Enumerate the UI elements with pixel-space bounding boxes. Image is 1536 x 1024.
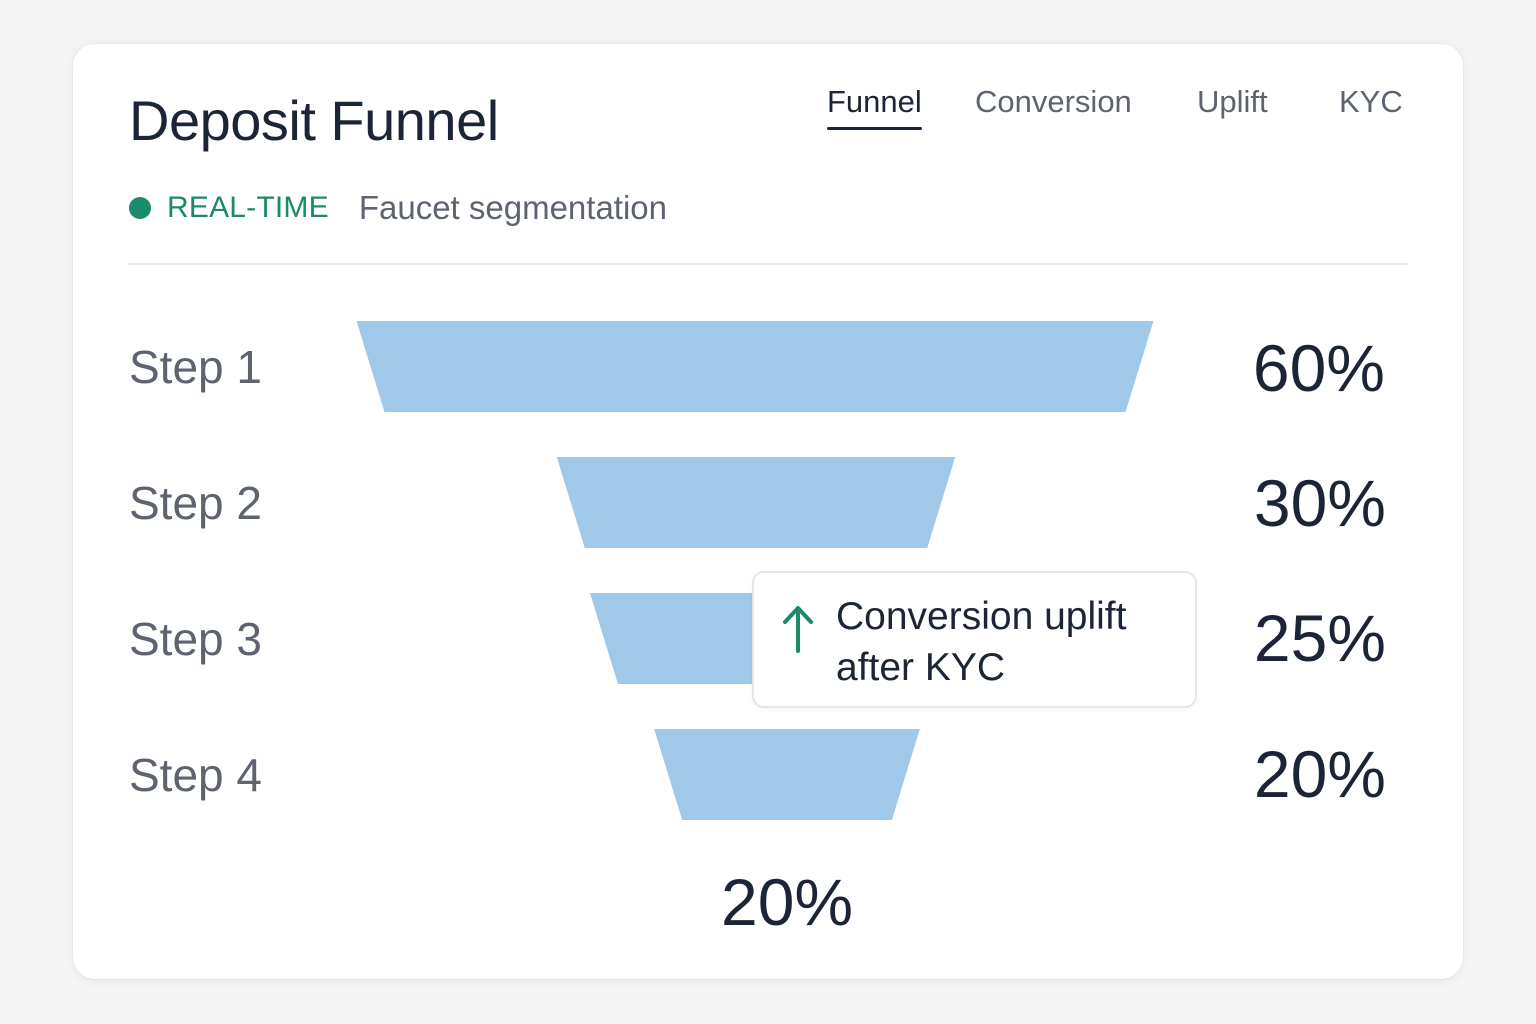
arrow-up-icon: [783, 606, 813, 653]
step-value-4: 20%: [1253, 737, 1386, 811]
step-value-2: 30%: [1253, 466, 1386, 540]
funnel-card: Deposit Funnel Funnel Conversion Uplift …: [73, 44, 1463, 979]
callout-text: Conversion uplift after KYC: [836, 591, 1186, 693]
final-conversion-value: 20%: [721, 865, 854, 939]
step-label-4: Step 4: [129, 749, 262, 801]
uplift-callout: Conversion uplift after KYC: [752, 571, 1197, 708]
funnel-segment-1: [356, 321, 1154, 412]
funnel-segment-4: [654, 729, 920, 820]
callout-line-2: after KYC: [836, 646, 1006, 689]
funnel-segment-2: [556, 457, 956, 548]
step-label-3: Step 3: [129, 613, 262, 665]
callout-line-1: Conversion uplift: [836, 595, 1127, 638]
step-label-1: Step 1: [129, 341, 262, 393]
step-value-3: 25%: [1253, 601, 1386, 675]
step-value-1: 60%: [1252, 331, 1385, 405]
step-label-2: Step 2: [129, 477, 262, 529]
